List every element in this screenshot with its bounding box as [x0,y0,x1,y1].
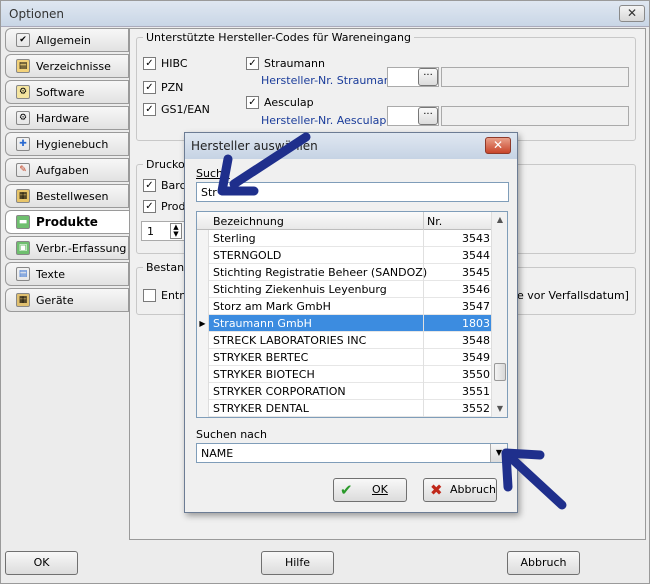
scroll-thumb[interactable] [494,363,506,381]
software-icon: ⚙ [16,85,30,99]
row-pointer-icon: ▶ [197,315,209,332]
pzn-checkbox[interactable]: ✓ [143,81,156,94]
col-header-name[interactable]: Bezeichnung [213,215,284,228]
window-close-button[interactable]: ✕ [619,5,645,22]
dialog-title-bar: Hersteller auswählen ✕ [185,133,517,159]
check-icon: ✔ [340,481,353,499]
options-window: Optionen ✕ ✔ Allgemein ▤ Verzeichnisse ⚙ So… [0,0,650,584]
produkt-checkbox[interactable]: ✓ [143,200,156,213]
hibc-checkbox[interactable]: ✓ [143,57,156,70]
gs1-checkbox[interactable]: ✓ [143,103,156,116]
task-icon: ✎ [16,163,30,177]
table-row[interactable]: STRYKER DENTAL 3552 [197,400,493,417]
aesculap-name-field [441,106,629,126]
tab-aufgaben[interactable]: ✎ Aufgaben [5,158,129,182]
help-button[interactable]: Hilfe [261,551,334,575]
search-by-select[interactable]: NAME ▼ [196,443,508,463]
tab-verzeichnisse[interactable]: ▤ Verzeichnisse [5,54,129,78]
table-row[interactable]: Storz am Mark GmbH 3547 [197,298,493,315]
straumann-browse-button[interactable]: ··· [418,68,438,86]
tab-allgemein[interactable]: ✔ Allgemein [5,28,129,52]
table-row[interactable]: STRYKER BERTEC 3549 [197,349,493,366]
title-bar: Optionen ✕ [1,1,649,27]
dialog-ok-button[interactable]: ✔ OK [333,478,407,502]
copies-value: 1 [147,225,154,238]
aesculap-nr-label: Hersteller-Nr. Aesculap [261,114,387,127]
aesculap-label: Aesculap [264,96,314,109]
aesculap-browse-button[interactable]: ··· [418,107,438,125]
cross-icon: ✖ [430,481,443,499]
tab-software[interactable]: ⚙ Software [5,80,129,104]
table-row[interactable]: STERNGOLD 3544 [197,247,493,264]
dialog-close-button[interactable]: ✕ [485,137,511,154]
tab-hygienebuch[interactable]: ✚ Hygienebuch [5,132,129,156]
dialog-title: Hersteller auswählen [191,139,318,153]
scroll-up-icon[interactable]: ▲ [493,213,507,227]
consumption-icon: ▣ [16,241,30,255]
straumann-checkbox[interactable]: ✓ [246,57,259,70]
tab-verbr-erfassung[interactable]: ▣ Verbr.-Erfassung [5,236,129,260]
grid-header: Bezeichnung Nr. [197,212,493,230]
grid-scrollbar[interactable]: ▲ ▼ [491,212,507,417]
tab-geraete[interactable]: ▦ Geräte [5,288,129,312]
order-icon: ▦ [16,189,30,203]
ok-button[interactable]: OK [5,551,78,575]
folder-icon: ▤ [16,59,30,73]
tab-hardware[interactable]: ⚙ Hardware [5,106,129,130]
manufacturer-dialog: Hersteller auswählen ✕ Suche Str Bezeich… [184,132,518,513]
table-row-selected[interactable]: ▶ Straumann GmbH 1803 [197,315,493,332]
manufacturer-grid: Bezeichnung Nr. Sterling 3543 STERNGOLD 35… [196,211,508,418]
search-input[interactable]: Str [196,182,509,202]
chevron-down-icon[interactable]: ▼ [490,444,507,462]
entnahme-checkbox[interactable] [143,289,156,302]
hygiene-icon: ✚ [16,137,30,151]
barcode-checkbox[interactable]: ✓ [143,179,156,192]
tab-texte[interactable]: ▤ Texte [5,262,129,286]
search-by-label: Suchen nach [196,428,267,441]
table-row[interactable]: STRECK LABORATORIES INC 3548 [197,332,493,349]
dialog-cancel-button[interactable]: ✖ Abbruch [423,478,497,502]
col-header-nr[interactable]: Nr. [427,215,442,228]
product-icon: ▬ [16,215,30,229]
straumann-nr-label: Hersteller-Nr. Straumann [261,74,398,87]
verfall-label: e vor Verfallsdatum] [517,289,629,302]
search-by-value: NAME [201,447,234,460]
straumann-name-field [441,67,629,87]
pzn-label: PZN [161,81,184,94]
table-row[interactable]: Stichting Ziekenhuis Leyenburg 3546 [197,281,493,298]
tab-bestellwesen[interactable]: ▦ Bestellwesen [5,184,129,208]
codes-group: Unterstützte Hersteller-Codes für Warene… [136,31,636,141]
tab-produkte[interactable]: ▬ Produkte [5,210,132,234]
spinner-arrows-icon[interactable]: ▲ ▼ [170,223,182,239]
codes-caption: Unterstützte Hersteller-Codes für Warene… [143,31,415,44]
scroll-down-icon[interactable]: ▼ [493,402,507,416]
table-row[interactable]: Sterling 3543 [197,230,493,247]
document-icon: ▤ [16,267,30,281]
check-icon: ✔ [16,33,30,47]
straumann-label: Straumann [264,57,325,70]
copies-spinner[interactable]: 1 ▲ ▼ [141,221,185,241]
table-row[interactable]: Stichting Registratie Beheer (SANDOZ) 354… [197,264,493,281]
gear-icon: ⚙ [16,111,30,125]
device-icon: ▦ [16,293,30,307]
hibc-label: HIBC [161,57,188,70]
gs1-label: GS1/EAN [161,103,210,116]
table-row[interactable]: STRYKER CORPORATION 3551 [197,383,493,400]
aesculap-checkbox[interactable]: ✓ [246,96,259,109]
table-row[interactable]: STRYKER BIOTECH 3550 [197,366,493,383]
cancel-button[interactable]: Abbruch [507,551,580,575]
search-label: Suche [196,167,230,180]
window-title: Optionen [9,7,65,21]
